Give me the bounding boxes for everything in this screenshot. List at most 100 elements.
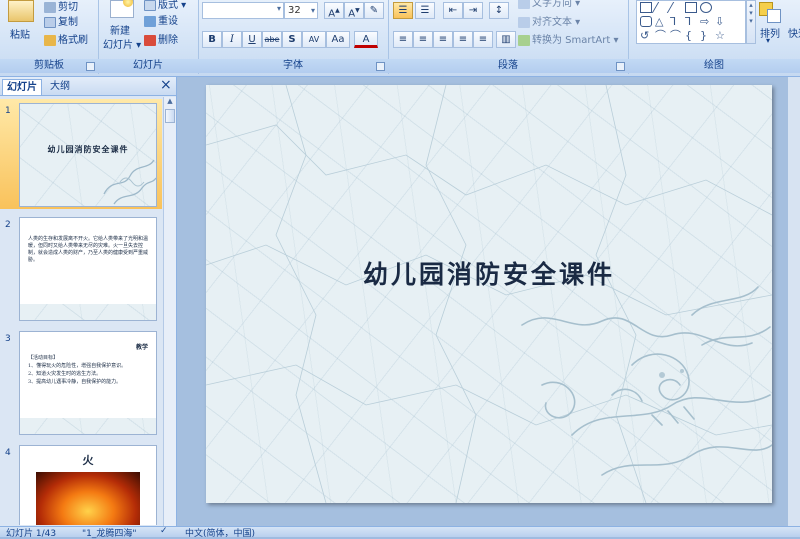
grow-font-icon[interactable]: A▲ [324, 2, 344, 19]
underline-button[interactable]: U [242, 31, 262, 48]
italic-button[interactable]: I [222, 31, 242, 48]
status-bar: 幻灯片 1/43 "1_龙腾四海" ✓ 中文(简体，中国) [0, 526, 800, 539]
clipboard-group: 粘贴 剪切 复制 格式刷 剪贴板 [0, 0, 99, 74]
font-launcher-icon[interactable] [376, 62, 385, 71]
shrink-font-icon[interactable]: A▼ [344, 2, 364, 19]
copy-button[interactable]: 复制 [44, 13, 78, 28]
thumbnail-footer-band [20, 304, 156, 320]
slides-group: 新建 幻灯片 ▾ 版式 ▾ 重设 删除 幻灯片 [98, 0, 199, 74]
paragraph-group-label: 段落 [388, 59, 628, 73]
thumbnail-heading: 火 [82, 454, 94, 467]
reset-icon [144, 15, 156, 27]
rounded-rect-shape-icon[interactable] [640, 16, 652, 27]
right-arrow-shape-icon[interactable]: ⇨ [700, 16, 712, 27]
tab-outline[interactable]: 大纲 [46, 79, 74, 94]
text-direction-icon [518, 0, 530, 9]
new-slide-label-2[interactable]: 幻灯片 ▾ [103, 36, 141, 51]
slides-group-label: 幻灯片 [98, 59, 198, 73]
down-arrow-shape-icon[interactable]: ⇩ [715, 16, 727, 27]
elbow-connector-icon[interactable]: ⅂ [670, 16, 682, 27]
triangle-shape-icon[interactable]: △ [655, 16, 667, 27]
arc-shape-icon[interactable]: ⌒ [670, 30, 682, 41]
align-left-icon[interactable]: ≡ [393, 31, 413, 48]
distributed-icon[interactable]: ≡ [473, 31, 493, 48]
elbow-arrow-icon[interactable]: ⅂ [685, 16, 697, 27]
font-name-input[interactable]: ▾ [202, 2, 284, 19]
star-shape-icon[interactable]: ☆ [715, 30, 727, 41]
clipboard-launcher-icon[interactable] [86, 62, 95, 71]
layout-icon [144, 0, 156, 11]
close-icon[interactable]: × [160, 78, 172, 92]
smartart-button[interactable]: 转换为 SmartArt ▾ [518, 31, 619, 46]
reset-button[interactable]: 重设 [144, 12, 178, 27]
thumbnail-body-text: 【活动目标】 1、懂得玩火的危险性，增强自我保护意识。 2、知道火灾发生时的逃生… [28, 355, 127, 385]
thumbnail-slide-3[interactable]: 教学 【活动目标】 1、懂得玩火的危险性，增强自我保护意识。 2、知道火灾发生时… [19, 331, 157, 435]
thumbnail-number: 4 [5, 448, 11, 458]
font-size-input[interactable]: 32 ▾ [284, 2, 318, 19]
pane-scrollbar[interactable]: ▲ [163, 97, 176, 526]
language-indicator[interactable]: 中文(简体，中国) [185, 526, 255, 539]
cut-button[interactable]: 剪切 [44, 0, 78, 13]
current-slide[interactable]: 幼儿园消防安全课件 [206, 85, 772, 503]
rectangle-shape-icon[interactable] [685, 2, 697, 13]
curve-shape-icon[interactable]: ⌒ [655, 30, 667, 41]
pane-tabs: 幻灯片 大纲 × [0, 77, 176, 96]
dragon-ornament-icon [521, 286, 772, 476]
thumbnail-slide-4[interactable]: 火 [19, 445, 157, 525]
scissors-icon [44, 1, 56, 13]
left-brace-shape-icon[interactable]: { [685, 30, 697, 41]
thumbnail-slide-1[interactable]: 幼儿园消防安全课件 [19, 103, 157, 207]
oval-shape-icon[interactable] [700, 2, 712, 13]
align-right-icon[interactable]: ≡ [433, 31, 453, 48]
right-brace-shape-icon[interactable]: } [700, 30, 712, 41]
shapes-gallery[interactable]: △ ⅂ ⅂ ⇨ ⇩ ↺ ⌒ ⌒ { } ☆ [636, 0, 746, 44]
arrange-square-front-icon [767, 9, 781, 23]
paragraph-launcher-icon[interactable] [616, 62, 625, 71]
scroll-thumb[interactable] [165, 109, 175, 123]
spellcheck-icon[interactable]: ✓ [160, 526, 168, 536]
font-color-button[interactable]: A [354, 31, 378, 48]
align-center-icon[interactable]: ≡ [413, 31, 433, 48]
layout-button[interactable]: 版式 ▾ [144, 0, 186, 11]
quick-styles-button[interactable]: 快速 [788, 25, 800, 40]
freeform-shape-icon[interactable]: ↺ [640, 30, 652, 41]
shapes-gallery-scroll[interactable]: ▴ ▾ ▾ [746, 0, 756, 44]
scroll-up-icon[interactable]: ▲ [165, 97, 175, 107]
font-group: ▾ 32 ▾ A▲ A▼ ✎ B I U abe S AV Aa A 字体 [198, 0, 389, 74]
sparkle-icon [123, 0, 133, 7]
char-spacing-button[interactable]: AV [302, 31, 326, 48]
align-text-button[interactable]: 对齐文本 ▾ [518, 13, 580, 28]
clear-format-icon[interactable]: ✎ [364, 2, 384, 19]
change-case-button[interactable]: Aa [326, 31, 350, 48]
arrow-shape-icon[interactable] [666, 2, 686, 13]
tab-slides[interactable]: 幻灯片 [2, 79, 42, 95]
new-slide-icon[interactable] [110, 0, 134, 18]
thumbnail-footer-band [20, 418, 156, 434]
decrease-indent-icon[interactable]: ⇤ [443, 2, 463, 19]
new-slide-label-1[interactable]: 新建 [110, 22, 130, 37]
arrange-icon[interactable] [759, 2, 781, 23]
shadow-button[interactable]: S [282, 31, 302, 48]
bold-button[interactable]: B [202, 31, 222, 48]
theme-name[interactable]: "1_龙腾四海" [82, 526, 137, 539]
paste-button[interactable]: 粘贴 [10, 26, 30, 41]
thumbnail-slide-2[interactable]: 人类的生存和发展离不开火。它给人类带来了光明和温暖，但同时又给人类带来无尽的灾难… [19, 217, 157, 321]
justify-icon[interactable]: ≡ [453, 31, 473, 48]
arrange-dropdown-icon[interactable]: ▾ [766, 36, 770, 45]
strikethrough-button[interactable]: abe [262, 31, 282, 48]
text-direction-button[interactable]: 文字方向 ▾ [518, 0, 580, 9]
increase-indent-icon[interactable]: ⇥ [463, 2, 483, 19]
textbox-shape-icon[interactable] [640, 2, 652, 13]
bullets-icon[interactable]: ☰ [393, 2, 413, 19]
format-painter-button[interactable]: 格式刷 [44, 31, 88, 46]
align-text-icon [518, 16, 530, 28]
paste-icon[interactable] [8, 0, 34, 22]
copy-icon [44, 16, 56, 28]
columns-icon[interactable]: ▥ [496, 31, 516, 48]
thumbnail-heading: 教学 [135, 344, 148, 351]
slide-scrollbar[interactable] [788, 77, 800, 526]
paragraph-group: ☰ ☰ ⇤ ⇥ ↕ 文字方向 ▾ 对齐文本 ▾ 转换为 SmartArt ▾ ≡… [388, 0, 629, 74]
delete-slide-button[interactable]: 删除 [144, 31, 178, 46]
numbering-icon[interactable]: ☰ [415, 2, 435, 19]
line-spacing-icon[interactable]: ↕ [489, 2, 509, 19]
